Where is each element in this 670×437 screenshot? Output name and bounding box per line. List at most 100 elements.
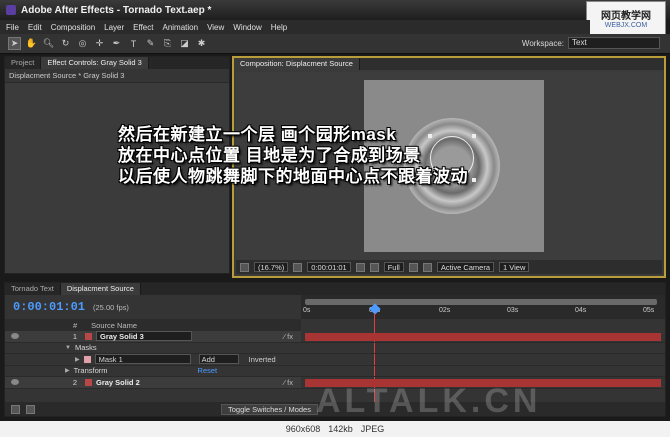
reset-link[interactable]: Reset (198, 366, 218, 375)
transform-row[interactable]: ▶ Transform Reset (5, 366, 665, 377)
ruler-tick: 04s (575, 307, 587, 314)
ruler-tick: 02s (439, 307, 451, 314)
layer-row[interactable]: 1 Gray Solid 3 ⁄ fx (5, 331, 665, 343)
switches-icon[interactable]: ⁄ fx (284, 332, 293, 341)
layer-duration-bar[interactable] (305, 333, 661, 341)
transform-label: Transform (73, 366, 108, 376)
eye-icon[interactable] (11, 333, 19, 340)
site-watermark: 网页教学网 WEBJX.COM (586, 1, 666, 35)
comp-tabs: Composition: Displacment Source (234, 58, 664, 70)
menu-effect[interactable]: Effect (133, 23, 153, 32)
zoom-tool-icon[interactable]: 🔍︎ (42, 37, 55, 50)
twirl-down-icon[interactable]: ▼ (65, 345, 71, 351)
window-title: Adobe After Effects - Tornado Text.aep * (21, 4, 212, 16)
expand-panes-icon[interactable] (26, 404, 35, 414)
tutorial-overlay: 然后在新建立一个层 画个园形mask 放在中心点位置 目地是为了合成到场景 以后… (118, 124, 468, 187)
ruler-tick: 05s (643, 307, 655, 314)
effect-controls-subhead: Displacment Source * Gray Solid 3 (5, 69, 229, 83)
frame-rate: (25.00 fps) (93, 302, 129, 312)
twirl-right-icon[interactable]: ▶ (65, 367, 70, 374)
overlay-line-3: 以后使人物跳舞脚下的地面中心点不跟着波动 (118, 167, 468, 186)
rotate-tool-icon[interactable]: ↻ (59, 37, 72, 50)
menu-file[interactable]: File (6, 23, 19, 32)
region-of-interest-icon[interactable] (408, 262, 418, 272)
switches-icon[interactable]: ⁄ fx (284, 378, 293, 387)
masks-group-row[interactable]: ▼ Masks (5, 343, 665, 354)
label-color[interactable] (85, 332, 92, 340)
tab-project[interactable]: Project (5, 57, 42, 69)
menu-view[interactable]: View (207, 23, 224, 32)
workspace-label: Workspace: (521, 38, 564, 48)
timeline-tabs: Tornado Text Displacment Source (5, 283, 665, 295)
mask-color[interactable] (83, 355, 91, 363)
menu-help[interactable]: Help (271, 23, 287, 32)
label-color[interactable] (85, 378, 92, 386)
twirl-right-icon[interactable]: ▶ (75, 356, 80, 363)
mask-row[interactable]: ▶ Mask 1 Add Inverted (5, 354, 665, 366)
arrow-tool-icon[interactable]: ➤ (8, 37, 21, 50)
image-format: JPEG (360, 424, 385, 434)
current-time-field[interactable]: 0:00:01:01 (307, 262, 351, 272)
eraser-tool-icon[interactable]: ◪ (178, 37, 191, 50)
camera-tool-icon[interactable]: ◎ (76, 37, 89, 50)
image-filesize: 142kb (328, 424, 353, 434)
hand-tool-icon[interactable]: ✋ (25, 37, 38, 50)
timeline-header: 0:00:01:01 (25.00 fps) (5, 295, 301, 319)
menu-layer[interactable]: Layer (104, 23, 124, 32)
current-timecode[interactable]: 0:00:01:01 (13, 300, 85, 314)
after-effects-logo-icon (6, 5, 16, 15)
overlay-line-1: 然后在新建立一个层 画个园形mask (118, 125, 397, 144)
mask-handle[interactable] (472, 134, 476, 138)
channel-icon[interactable] (369, 262, 379, 272)
image-status-bar: 960x608 142kb JPEG (0, 421, 670, 437)
time-ruler[interactable]: 0s 01s 02s 03s 04s 05s (301, 295, 665, 409)
mask-handle[interactable] (472, 178, 476, 182)
big-watermark: ALTALK.CN (316, 382, 542, 420)
type-tool-icon[interactable]: T (127, 37, 140, 50)
title-bar: Adobe After Effects - Tornado Text.aep * (0, 0, 670, 20)
layer-number: 1 (72, 331, 78, 341)
puppet-tool-icon[interactable]: ✱ (195, 37, 208, 50)
brush-tool-icon[interactable]: ✎ (144, 37, 157, 50)
menu-edit[interactable]: Edit (28, 23, 42, 32)
toggle-switches-modes-button[interactable]: Toggle Switches / Modes (221, 403, 318, 415)
mask-inverted-label[interactable]: Inverted (249, 355, 276, 364)
tab-composition[interactable]: Composition: Displacment Source (234, 58, 360, 70)
layer-name[interactable]: Gray Solid 3 (96, 331, 192, 342)
col-source-name[interactable]: Source Name (91, 321, 137, 330)
snapshot-icon[interactable] (355, 262, 365, 272)
workspace-select[interactable]: Text (568, 37, 660, 49)
ruler-tick: 0s (303, 307, 311, 314)
pen-tool-icon[interactable]: ✒ (110, 37, 123, 50)
tab-displacment-source[interactable]: Displacment Source (60, 283, 141, 295)
zoom-select[interactable]: (16.7%) (254, 262, 289, 272)
comp-mini-flowchart-icon[interactable] (11, 404, 20, 414)
menu-animation[interactable]: Animation (162, 23, 198, 32)
view-layout-select[interactable]: 1 View (499, 262, 530, 272)
safe-zones-icon[interactable] (293, 262, 303, 272)
overlay-line-2: 放在中心点位置 目地是为了合成到场景 (118, 146, 421, 165)
always-preview-icon[interactable] (240, 262, 249, 272)
clone-tool-icon[interactable]: ⎘ (161, 37, 174, 50)
layer-name[interactable]: Gray Solid 2 (96, 378, 140, 387)
ruler-tick: 03s (507, 307, 519, 314)
work-area-bar[interactable] (305, 299, 657, 305)
camera-select[interactable]: Active Camera (436, 262, 494, 272)
tab-tornado-text[interactable]: Tornado Text (5, 283, 61, 295)
menu-window[interactable]: Window (233, 23, 261, 32)
mask-name[interactable]: Mask 1 (94, 354, 191, 365)
resolution-select[interactable]: Full (383, 262, 404, 272)
transparency-grid-icon[interactable] (422, 262, 432, 272)
pan-behind-tool-icon[interactable]: ✛ (93, 37, 106, 50)
masks-label: Masks (74, 343, 97, 353)
column-header: # Source Name (5, 319, 301, 331)
viewer-footer: (16.7%) 0:00:01:01 Full Active Camera 1 … (236, 260, 662, 274)
tab-effect-controls[interactable]: Effect Controls: Gray Solid 3 (41, 57, 149, 69)
eye-icon[interactable] (11, 379, 19, 386)
mask-mode-select[interactable]: Add (198, 354, 239, 365)
menu-composition[interactable]: Composition (51, 23, 95, 32)
watermark-sub: WEBJX.COM (604, 22, 648, 29)
layer-rows: 1 Gray Solid 3 ⁄ fx ▼ Masks ▶ Mask 1 Add… (5, 331, 665, 389)
menu-bar: File Edit Composition Layer Effect Anima… (0, 20, 590, 34)
watermark-main: 网页教学网 (601, 11, 651, 22)
